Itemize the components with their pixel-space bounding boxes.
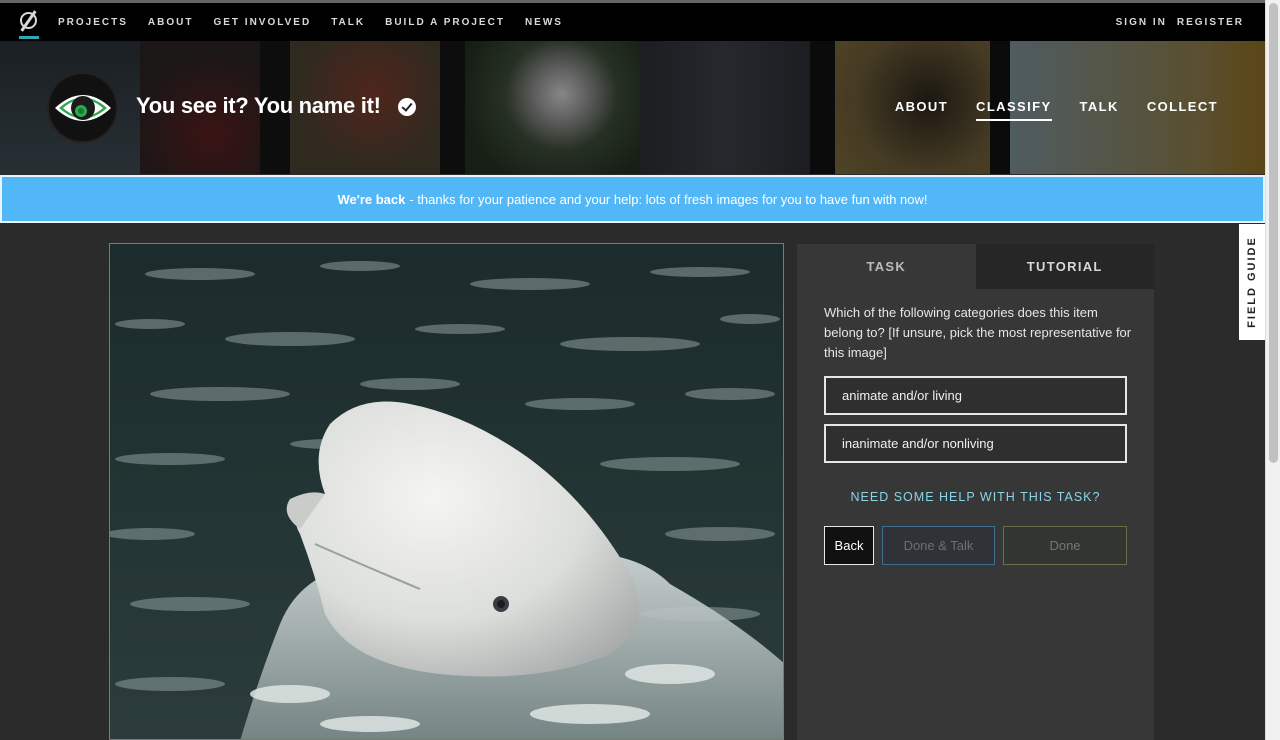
nav-projects[interactable]: PROJECTS xyxy=(58,17,128,28)
announcement-text: - thanks for your patience and your help… xyxy=(409,191,928,207)
project-nav-about[interactable]: ABOUT xyxy=(895,99,948,121)
site-nav-links: PROJECTS ABOUT GET INVOLVED TALK BUILD A… xyxy=(58,17,583,28)
announcement-heading: We're back xyxy=(337,191,406,207)
project-header: You see it? You name it! ABOUT CLASSIFY … xyxy=(0,41,1265,174)
account-links: SIGN IN REGISTER xyxy=(1106,17,1244,28)
project-nav-classify[interactable]: CLASSIFY xyxy=(976,99,1052,121)
scrollbar-thumb[interactable] xyxy=(1269,3,1278,463)
task-tabs: TASK TUTORIAL xyxy=(797,244,1154,289)
nav-build-a-project[interactable]: BUILD A PROJECT xyxy=(385,17,505,28)
project-avatar[interactable] xyxy=(47,72,118,143)
site-navigation: PROJECTS ABOUT GET INVOLVED TALK BUILD A… xyxy=(0,0,1265,41)
eye-icon xyxy=(55,95,111,121)
nav-talk[interactable]: TALK xyxy=(331,17,365,28)
verified-badge-icon xyxy=(398,98,416,116)
field-guide-label: FIELD GUIDE xyxy=(1246,236,1259,328)
zooniverse-logo-icon[interactable] xyxy=(18,9,40,39)
page-scrollbar[interactable] xyxy=(1265,0,1280,740)
announcement-banner: We're back - thanks for your patience an… xyxy=(0,175,1265,223)
answer-option-animate[interactable]: animate and/or living xyxy=(824,376,1127,415)
sign-in-link[interactable]: SIGN IN xyxy=(1116,17,1167,28)
answer-option-inanimate[interactable]: inanimate and/or nonliving xyxy=(824,424,1127,463)
nav-get-involved[interactable]: GET INVOLVED xyxy=(213,17,311,28)
register-link[interactable]: REGISTER xyxy=(1177,17,1244,28)
tab-task[interactable]: TASK xyxy=(797,244,976,289)
task-help-link[interactable]: NEED SOME HELP WITH THIS TASK? xyxy=(797,490,1154,504)
classifier-task-panel: TASK TUTORIAL Which of the following cat… xyxy=(797,244,1154,740)
nav-about[interactable]: ABOUT xyxy=(148,17,194,28)
project-nav-collect[interactable]: COLLECT xyxy=(1147,99,1218,121)
task-question: Which of the following categories does t… xyxy=(824,305,1132,360)
project-navigation: ABOUT CLASSIFY TALK COLLECT xyxy=(867,99,1218,121)
nav-news[interactable]: NEWS xyxy=(525,17,563,28)
project-nav-talk[interactable]: TALK xyxy=(1080,99,1119,121)
field-guide-tab[interactable]: FIELD GUIDE xyxy=(1239,224,1265,340)
tab-tutorial[interactable]: TUTORIAL xyxy=(975,244,1154,289)
project-title: You see it? You name it! xyxy=(136,93,381,118)
done-button[interactable]: Done xyxy=(1003,526,1127,565)
beluga-whale-photo xyxy=(110,244,783,739)
subject-image[interactable] xyxy=(109,243,784,740)
done-and-talk-button[interactable]: Done & Talk xyxy=(882,526,995,565)
back-button[interactable]: Back xyxy=(824,526,874,565)
